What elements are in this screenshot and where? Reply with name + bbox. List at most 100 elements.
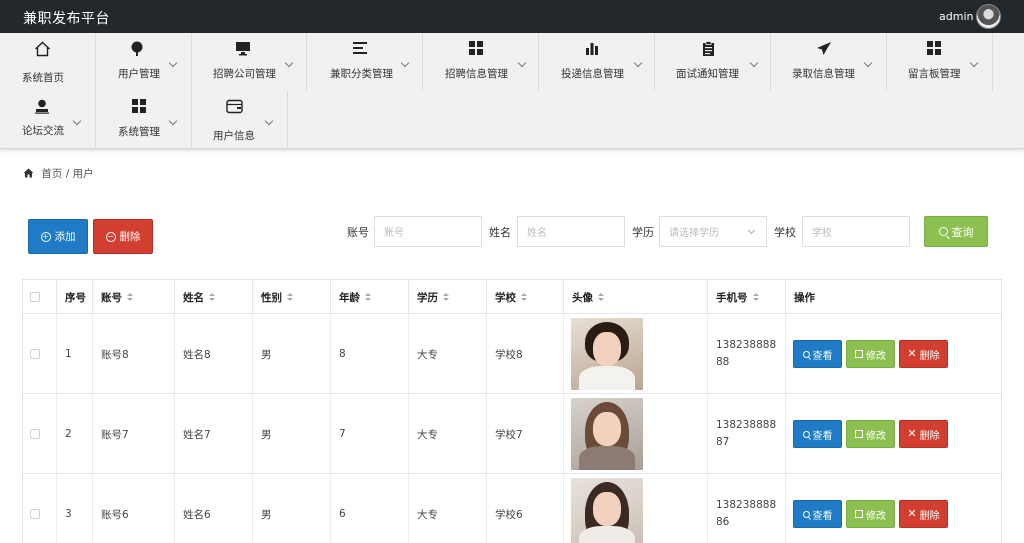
breadcrumb-home[interactable]: 首页 bbox=[41, 168, 62, 180]
col-name[interactable]: 姓名 bbox=[175, 280, 253, 314]
sort-icon bbox=[287, 292, 293, 302]
nav-item-companies[interactable]: 招聘公司管理 bbox=[192, 33, 307, 91]
nav-item-recruitment[interactable]: 招聘信息管理 bbox=[423, 33, 539, 91]
edit-button[interactable]: 修改 bbox=[846, 420, 895, 448]
home-icon bbox=[32, 41, 52, 60]
cell-index: 2 bbox=[57, 394, 93, 474]
sort-icon bbox=[443, 292, 449, 302]
pin-icon bbox=[127, 41, 147, 60]
chevron-down-icon bbox=[72, 116, 82, 126]
view-button[interactable]: 查看 bbox=[793, 500, 842, 528]
view-button[interactable]: 查看 bbox=[793, 420, 842, 448]
send-icon bbox=[814, 41, 834, 59]
chevron-down-icon bbox=[633, 58, 643, 68]
breadcrumb: 首页 / 用户 bbox=[23, 166, 94, 181]
col-education[interactable]: 学历 bbox=[409, 280, 487, 314]
edit-icon bbox=[855, 510, 863, 518]
cell-phone: 13823888887 bbox=[708, 394, 786, 474]
home-icon bbox=[23, 168, 34, 178]
cell-school: 学校8 bbox=[487, 314, 564, 394]
username[interactable]: admin bbox=[939, 10, 973, 23]
row-checkbox[interactable] bbox=[30, 429, 40, 439]
breadcrumb-current: 用户 bbox=[72, 168, 94, 180]
account-filter-input[interactable]: 账号 bbox=[374, 216, 482, 247]
col-gender[interactable]: 性别 bbox=[253, 280, 331, 314]
table-row: 2 账号7 姓名7 男 7 大专 学校7 13823888887 查看 修改 ✕… bbox=[23, 394, 1001, 474]
col-index: 序号 bbox=[57, 280, 93, 314]
cell-name: 姓名6 bbox=[175, 474, 253, 543]
cell-name: 姓名7 bbox=[175, 394, 253, 474]
clipboard-icon bbox=[698, 41, 718, 59]
grid-icon bbox=[129, 99, 149, 116]
nav-item-forum[interactable]: 论坛交流 bbox=[0, 91, 96, 149]
nav-item-users[interactable]: 用户管理 bbox=[96, 33, 192, 91]
menu-lines-icon bbox=[350, 41, 370, 58]
delete-button[interactable]: ✕ 删除 bbox=[899, 420, 948, 448]
user-icon bbox=[32, 99, 52, 117]
cell-age: 8 bbox=[331, 314, 409, 394]
nav-item-categories[interactable]: 兼职分类管理 bbox=[307, 33, 423, 91]
sort-icon bbox=[209, 292, 215, 302]
cell-account: 账号8 bbox=[93, 314, 175, 394]
cell-actions: 查看 修改 ✕ 删除 bbox=[786, 394, 1001, 474]
nav-item-profile[interactable]: 用户信息 bbox=[192, 91, 288, 149]
cell-index: 1 bbox=[57, 314, 93, 394]
account-filter-label: 账号 bbox=[347, 226, 369, 239]
cell-actions: 查看 修改 ✕ 删除 bbox=[786, 314, 1001, 394]
avatar[interactable] bbox=[976, 4, 1001, 29]
chevron-down-icon bbox=[264, 116, 274, 126]
select-all-checkbox[interactable] bbox=[30, 292, 40, 302]
nav-item-admissions[interactable]: 录取信息管理 bbox=[771, 33, 887, 91]
minus-circle-icon: − bbox=[105, 231, 116, 242]
cell-name: 姓名8 bbox=[175, 314, 253, 394]
cell-avatar bbox=[564, 314, 708, 394]
cell-age: 7 bbox=[331, 394, 409, 474]
search-icon bbox=[938, 227, 948, 236]
view-button[interactable]: 查看 bbox=[793, 340, 842, 368]
cell-index: 3 bbox=[57, 474, 93, 543]
edit-icon bbox=[855, 350, 863, 358]
nav-item-system[interactable]: 系统管理 bbox=[96, 91, 192, 149]
add-button[interactable]: + 添加 bbox=[28, 219, 88, 254]
delete-button[interactable]: ✕ 删除 bbox=[899, 500, 948, 528]
close-icon: ✕ bbox=[907, 427, 917, 440]
nav-item-applications[interactable]: 投递信息管理 bbox=[539, 33, 655, 91]
nav-item-home[interactable]: 系统首页 bbox=[0, 33, 96, 91]
cell-phone: 13823888888 bbox=[708, 314, 786, 394]
delete-button[interactable]: ✕ 删除 bbox=[899, 340, 948, 368]
school-filter-input[interactable]: 学校 bbox=[802, 216, 910, 247]
cell-actions: 查看 修改 ✕ 删除 bbox=[786, 474, 1001, 543]
col-school[interactable]: 学校 bbox=[487, 280, 564, 314]
bar-chart-icon bbox=[582, 41, 602, 58]
sort-icon bbox=[752, 292, 759, 302]
search-icon bbox=[802, 510, 810, 518]
table-header: 序号 账号 姓名 性别 年龄 学历 学校 头像 手机号 操作 bbox=[23, 280, 1001, 314]
query-button[interactable]: 查询 bbox=[924, 216, 988, 247]
avatar-photo[interactable] bbox=[571, 318, 643, 390]
col-account[interactable]: 账号 bbox=[93, 280, 175, 314]
edit-button[interactable]: 修改 bbox=[846, 500, 895, 528]
cell-avatar bbox=[564, 394, 708, 474]
school-filter-label: 学校 bbox=[774, 226, 796, 239]
plus-circle-icon: + bbox=[40, 231, 51, 242]
chevron-down-icon bbox=[969, 58, 979, 68]
row-checkbox[interactable] bbox=[30, 349, 40, 359]
col-phone[interactable]: 手机号 bbox=[708, 280, 786, 314]
breadcrumb-separator: / bbox=[65, 168, 70, 180]
search-icon bbox=[802, 350, 810, 358]
nav-item-interviews[interactable]: 面试通知管理 bbox=[655, 33, 771, 91]
main-nav: 系统首页 用户管理 招聘公司管理 兼职分类管理 招聘信息管理 投递信息管理 面试… bbox=[0, 33, 1024, 149]
avatar-photo[interactable] bbox=[571, 398, 643, 470]
batch-delete-button[interactable]: − 删除 bbox=[93, 219, 153, 254]
row-checkbox[interactable] bbox=[30, 509, 40, 519]
edit-button[interactable]: 修改 bbox=[846, 340, 895, 368]
nav-item-guestbook[interactable]: 留言板管理 bbox=[887, 33, 993, 91]
col-avatar[interactable]: 头像 bbox=[564, 280, 708, 314]
avatar-photo[interactable] bbox=[571, 478, 643, 543]
name-filter-input[interactable]: 姓名 bbox=[517, 216, 625, 247]
user-table: 序号 账号 姓名 性别 年龄 学历 学校 头像 手机号 操作 1 账号8 姓名8… bbox=[22, 279, 1002, 543]
sort-icon bbox=[521, 292, 527, 302]
table-row: 3 账号6 姓名6 男 6 大专 学校6 13823888886 查看 修改 ✕… bbox=[23, 474, 1001, 543]
education-filter-select[interactable]: 请选择学历 bbox=[659, 216, 767, 247]
col-age[interactable]: 年龄 bbox=[331, 280, 409, 314]
